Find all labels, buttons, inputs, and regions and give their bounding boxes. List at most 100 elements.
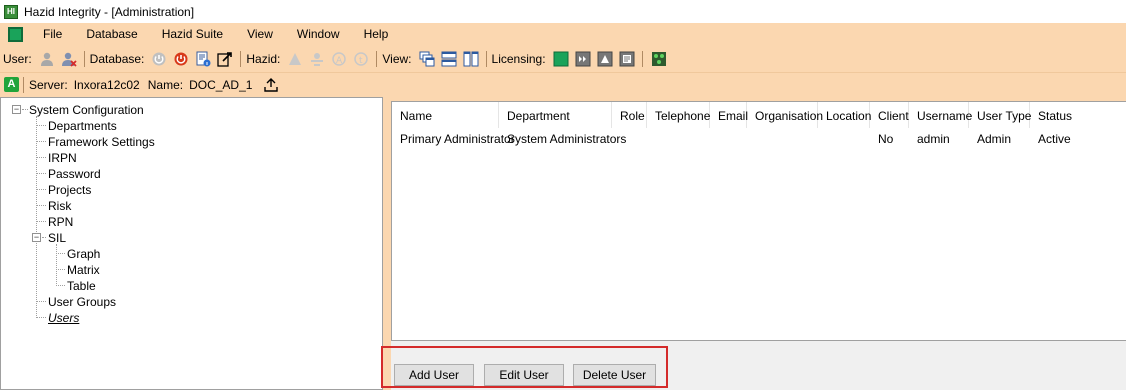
- column-header-client[interactable]: Client: [870, 102, 909, 128]
- menu-bar: File Database Hazid Suite View Window He…: [0, 23, 1126, 45]
- cell-username: admin: [917, 132, 950, 146]
- server-label: Server:: [29, 77, 68, 92]
- tree-connector: [36, 141, 46, 142]
- cell-name: Primary Administrator: [400, 132, 515, 146]
- tree-item-framework-settings[interactable]: Framework Settings: [48, 135, 155, 149]
- tree-connector: [36, 116, 37, 318]
- tree-connector: [56, 285, 65, 286]
- users-grid: Name Department Role Telephone Email Org…: [391, 101, 1126, 341]
- toolbar-separator: [641, 50, 643, 67]
- license-module-2-icon[interactable]: [574, 50, 592, 68]
- tree-root-system-configuration[interactable]: System Configuration: [29, 103, 144, 117]
- tree-connector: [36, 157, 46, 158]
- tree-connector: [36, 189, 46, 190]
- hazid-tool-1-icon[interactable]: [286, 50, 304, 68]
- name-value: DOC_AD_1: [189, 77, 253, 92]
- column-header-telephone[interactable]: Telephone: [647, 102, 710, 128]
- cell-status: Active: [1038, 132, 1071, 146]
- tree-connector: [56, 269, 65, 270]
- license-dots-icon[interactable]: [650, 50, 668, 68]
- title-bar: HI Hazid Integrity - [Administration]: [0, 0, 1126, 23]
- tree-item-users[interactable]: Users: [48, 311, 79, 325]
- app-logo-icon: HI: [4, 4, 18, 19]
- tree-connector: [36, 125, 46, 126]
- column-header-name[interactable]: Name: [392, 102, 499, 128]
- license-module-1-icon[interactable]: [552, 50, 570, 68]
- license-module-3-icon[interactable]: [596, 50, 614, 68]
- hazid-tool-3-icon[interactable]: A: [330, 50, 348, 68]
- database-label: Database:: [89, 51, 145, 66]
- remove-user-icon[interactable]: [60, 50, 78, 68]
- tree-item-risk[interactable]: Risk: [48, 199, 71, 213]
- toolbar-separator: [485, 50, 487, 67]
- admin-badge: A: [4, 77, 19, 92]
- toolbar-separator: [240, 50, 242, 67]
- tree-connector: [22, 109, 28, 110]
- tree-item-sil-table[interactable]: Table: [67, 279, 96, 293]
- tile-vertical-icon[interactable]: [462, 50, 480, 68]
- tree-connector: [42, 237, 46, 238]
- collapse-icon[interactable]: −: [32, 233, 41, 242]
- menu-file[interactable]: File: [33, 27, 76, 41]
- tree-item-rpn[interactable]: RPN: [48, 215, 73, 229]
- column-header-organisation[interactable]: Organisation: [747, 102, 823, 128]
- connect-icon[interactable]: [150, 50, 168, 68]
- upload-icon[interactable]: [262, 76, 280, 94]
- tree-connector: [36, 221, 46, 222]
- server-value: Inxora12c02: [73, 77, 140, 92]
- collapse-icon[interactable]: −: [12, 105, 21, 114]
- tree-item-sil[interactable]: SIL: [48, 231, 66, 245]
- column-header-status[interactable]: Status: [1030, 102, 1110, 128]
- tree-connector: [36, 173, 46, 174]
- tree-connector: [56, 244, 57, 286]
- tile-horizontal-icon[interactable]: [440, 50, 458, 68]
- server-bar: A Server: Inxora12c02 Name: DOC_AD_1: [0, 72, 1126, 96]
- export-icon[interactable]: [216, 50, 234, 68]
- database-info-icon[interactable]: [194, 50, 212, 68]
- menu-window[interactable]: Window: [287, 27, 354, 41]
- tree-item-sil-graph[interactable]: Graph: [67, 247, 100, 261]
- licensing-label: Licensing:: [491, 51, 546, 66]
- toolbar-separator: [376, 50, 378, 67]
- column-header-role[interactable]: Role: [612, 102, 647, 128]
- tree-connector: [56, 253, 65, 254]
- column-header-user-type[interactable]: User Type: [969, 102, 1031, 128]
- cell-client: No: [878, 132, 894, 146]
- tree-item-projects[interactable]: Projects: [48, 183, 91, 197]
- annotation-highlight-box: [381, 346, 668, 388]
- column-header-department[interactable]: Department: [499, 102, 612, 128]
- tree-item-sil-matrix[interactable]: Matrix: [67, 263, 100, 277]
- hazid-label: Hazid:: [246, 51, 281, 66]
- toolbar-separator: [23, 76, 24, 93]
- config-tree: − System Configuration Departments Frame…: [0, 97, 383, 390]
- column-header-username[interactable]: Username: [909, 102, 972, 128]
- svg-text:t: t: [359, 56, 363, 66]
- cascade-windows-icon[interactable]: [418, 50, 436, 68]
- svg-text:A: A: [336, 56, 343, 66]
- tree-connector: [36, 301, 46, 302]
- menu-help[interactable]: Help: [354, 27, 403, 41]
- license-module-4-icon[interactable]: [618, 50, 636, 68]
- column-header-email[interactable]: Email: [710, 102, 748, 128]
- tree-item-departments[interactable]: Departments: [48, 119, 117, 133]
- view-label: View:: [382, 51, 412, 66]
- user-label: User:: [3, 51, 32, 66]
- cell-department: System Administrators: [507, 132, 627, 146]
- hazid-tool-4-icon[interactable]: t: [352, 50, 370, 68]
- menu-hazid-suite[interactable]: Hazid Suite: [152, 27, 237, 41]
- window-title: Hazid Integrity - [Administration]: [24, 4, 195, 19]
- user-icon[interactable]: [38, 50, 56, 68]
- toolbar: User: Database: Hazid: A t View: Licensi…: [0, 45, 1126, 72]
- menu-view[interactable]: View: [237, 27, 287, 41]
- tree-item-irpn[interactable]: IRPN: [48, 151, 77, 165]
- power-icon[interactable]: [172, 50, 190, 68]
- tree-item-password[interactable]: Password: [48, 167, 101, 181]
- hazid-tool-2-icon[interactable]: [308, 50, 326, 68]
- name-label: Name:: [147, 77, 184, 92]
- tree-connector: [36, 317, 46, 318]
- document-icon[interactable]: [8, 26, 23, 42]
- menu-database[interactable]: Database: [76, 27, 151, 41]
- tree-item-user-groups[interactable]: User Groups: [48, 295, 116, 309]
- cell-user-type: Admin: [977, 132, 1012, 146]
- column-header-location[interactable]: Location: [818, 102, 871, 128]
